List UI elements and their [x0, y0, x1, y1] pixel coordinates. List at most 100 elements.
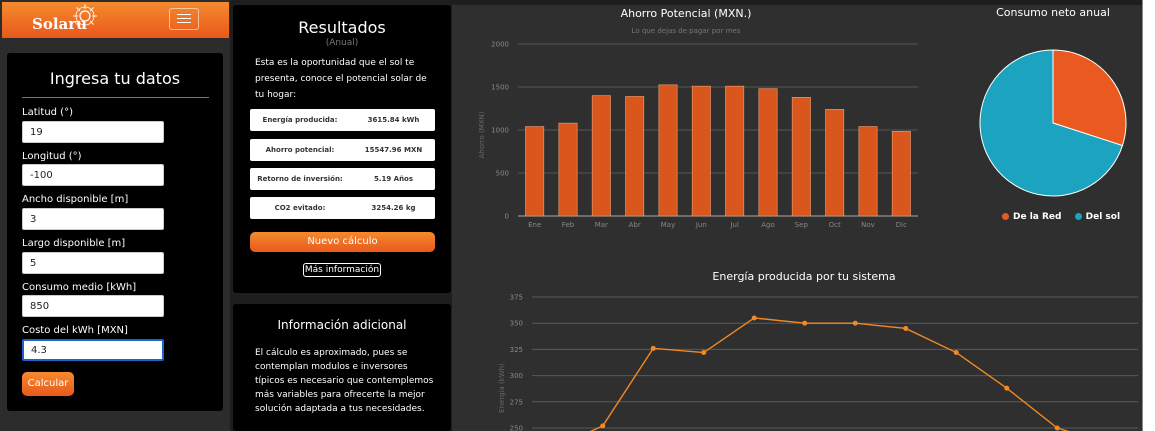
net-consumption-pie-chart	[979, 49, 1127, 197]
energy-line-chart: Energía producida por tu sistema Energía…	[498, 270, 1138, 431]
legend-label-red: De la Red	[1013, 212, 1062, 222]
bar-y-tick-label: 500	[496, 170, 509, 178]
bar-ene	[525, 126, 545, 217]
energy-point-jul	[852, 320, 858, 326]
calculate-button[interactable]: Calcular	[22, 372, 74, 396]
bar-chart-title: Ahorro Potencial (MXN.)	[621, 7, 752, 20]
new-calculation-button[interactable]: Nuevo cálculo	[250, 232, 435, 252]
hamburger-menu-button[interactable]	[169, 8, 199, 30]
results-card: Resultados (Anual) Esta es la oportunida…	[233, 5, 451, 293]
bar-x-tick-label: Jul	[729, 221, 739, 229]
result-value: 5.19 Años	[373, 175, 414, 183]
info-title: Información adicional	[277, 318, 407, 332]
input-form-card: Ingresa tu datos Latitud (°) Longitud (°…	[7, 53, 223, 411]
line-y-tick-label: 325	[510, 346, 523, 354]
form-title: Ingresa tu datos	[49, 69, 181, 88]
bar-y-tick-label: 1000	[491, 127, 509, 135]
bar-x-tick-label: Nov	[861, 221, 875, 229]
consumption-label: Consumo medio [kWh]	[22, 282, 137, 293]
legend-label-sol: Del sol	[1085, 212, 1121, 222]
result-value: 15547.96 MXN	[364, 146, 423, 154]
bar-x-tick-label: Oct	[829, 221, 841, 229]
kwh-cost-label: Costo del kWh [MXN]	[22, 325, 128, 336]
width-input[interactable]	[22, 208, 164, 230]
result-key: Retorno de inversión:	[257, 175, 343, 183]
bar-feb	[558, 122, 578, 217]
more-info-button[interactable]: Más información	[303, 263, 381, 277]
results-description: Esta es la oportunidad que el sol te pre…	[255, 58, 427, 100]
bar-x-tick-label: May	[661, 221, 675, 229]
result-energy-row: Energía producida: 3615.84 kWh	[250, 109, 435, 131]
longitude-label: Longitud (°)	[22, 151, 82, 162]
menu-bar-icon	[177, 18, 191, 19]
bar-oct	[825, 109, 845, 217]
bar-jun	[691, 85, 711, 217]
length-input[interactable]	[22, 252, 164, 274]
pie-chart-title: Consumo neto anual	[996, 6, 1110, 19]
bar-nov	[858, 126, 878, 217]
kwh-cost-input[interactable]	[22, 339, 164, 361]
line-chart-ylabel: Energía (kWh)	[498, 363, 506, 413]
results-subtitle: (Anual)	[325, 38, 359, 48]
input-panel: Solaru Ingresa tu datos Latitud (°) Long…	[0, 0, 230, 431]
bar-chart-ylabel: Ahorro (MXN)	[478, 111, 486, 158]
energy-point-feb	[600, 423, 606, 429]
latitude-label: Latitud (°)	[22, 107, 73, 118]
line-y-tick-label: 275	[510, 398, 523, 406]
bar-ago	[758, 88, 778, 217]
pie-legend: De la Red Del sol	[1002, 212, 1120, 222]
energy-point-sep	[953, 350, 959, 356]
page-edge	[1142, 0, 1143, 431]
energy-point-nov	[1054, 425, 1060, 431]
bar-mar	[591, 95, 611, 217]
energy-series-line	[589, 317, 1070, 431]
additional-info-card: Información adicional El cálculo es apro…	[233, 304, 451, 431]
line-y-tick-label: 250	[510, 425, 523, 431]
menu-bar-icon	[177, 14, 191, 15]
bar-x-tick-label: Feb	[562, 221, 575, 229]
divider	[22, 97, 209, 98]
energy-point-oct	[1004, 385, 1010, 391]
legend-sol-dot	[1074, 213, 1082, 220]
longitude-input[interactable]	[22, 164, 164, 186]
latitude-input[interactable]	[22, 121, 164, 143]
width-label: Ancho disponible [m]	[22, 194, 129, 205]
energy-point-jun	[802, 320, 808, 326]
bar-y-tick-label: 0	[505, 213, 509, 221]
result-key: CO2 evitado:	[274, 204, 326, 212]
sun-logo-icon	[73, 4, 97, 28]
bar-x-tick-label: Mar	[595, 221, 608, 229]
navbar: Solaru	[2, 2, 229, 38]
bar-abr	[625, 96, 645, 217]
energy-point-may	[751, 315, 757, 321]
consumption-input[interactable]	[22, 295, 164, 317]
bar-x-tick-label: Dic	[896, 221, 907, 229]
scrollbar-track[interactable]	[1142, 0, 1155, 431]
result-roi-row: Retorno de inversión: 5.19 Años	[250, 168, 435, 190]
legend-red-dot	[1002, 213, 1009, 220]
result-value: 3615.84 kWh	[367, 116, 420, 124]
energy-point-ago	[903, 325, 909, 331]
results-title: Resultados	[298, 18, 386, 37]
menu-bar-icon	[177, 22, 191, 23]
bar-may	[658, 84, 678, 217]
result-key: Energía producida:	[262, 116, 338, 124]
bar-x-tick-label: Abr	[629, 221, 641, 229]
bar-dic	[891, 130, 911, 217]
line-y-tick-label: 350	[510, 320, 523, 328]
length-label: Largo disponible [m]	[22, 238, 126, 249]
bar-x-tick-label: Ene	[528, 221, 541, 229]
savings-bar-chart: Ahorro Potencial (MXN.) Lo que dejas de …	[478, 7, 918, 229]
result-value: 3254.26 kg	[371, 204, 416, 212]
bar-x-tick-label: Sep	[795, 221, 809, 229]
bar-sep	[791, 97, 811, 217]
energy-point-mar	[650, 345, 656, 351]
bar-x-tick-label: Ago	[761, 221, 775, 229]
bar-x-tick-label: Jun	[695, 221, 707, 229]
result-co2-row: CO2 evitado: 3254.26 kg	[250, 197, 435, 219]
line-y-tick-label: 300	[510, 372, 523, 380]
energy-point-abr	[701, 350, 707, 356]
bar-chart-subtitle: Lo que dejas de pagar por mes	[632, 27, 741, 35]
bar-jul	[725, 85, 745, 217]
bar-y-tick-label: 2000	[491, 41, 509, 49]
